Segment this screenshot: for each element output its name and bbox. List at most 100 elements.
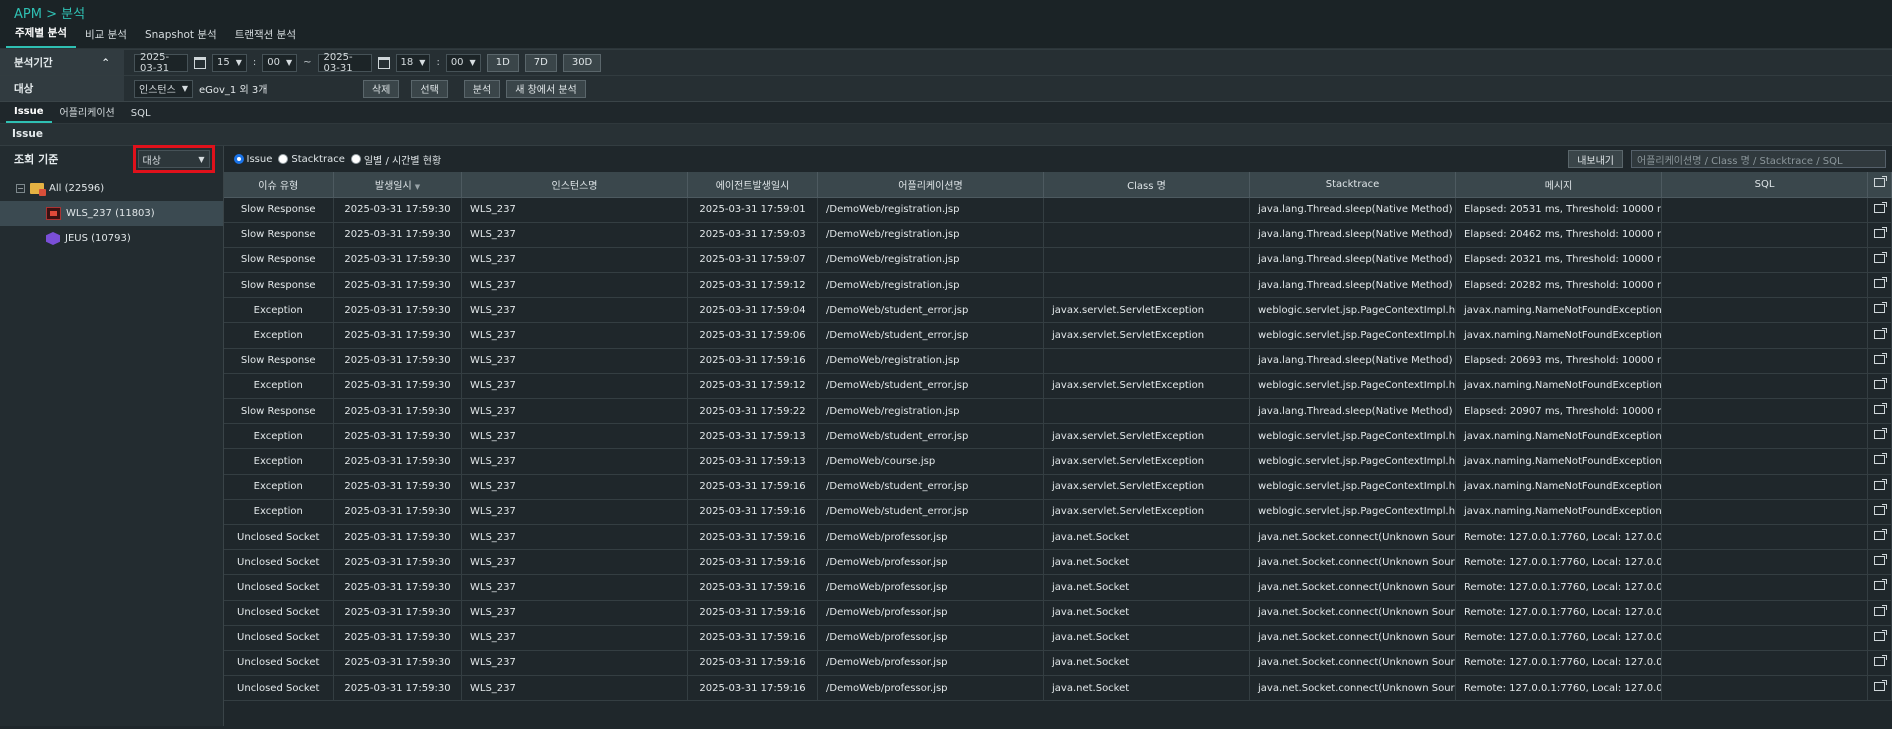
column-header[interactable]: 인스턴스명 [461, 172, 688, 198]
table-row[interactable]: Exception 2025-03-31 17:59:30 WLS_237 2025-… [223, 322, 1892, 349]
calendar-icon[interactable] [377, 56, 390, 69]
table-cell-action [1867, 272, 1892, 299]
start-hour-value: 15 [217, 57, 230, 68]
table-row[interactable]: Unclosed Socket 2025-03-31 17:59:30 WLS_23… [223, 524, 1892, 551]
table-cell: Remote: 127.0.0.1:7760, Local: 127.0.0.1… [1455, 574, 1662, 601]
table-row[interactable]: Unclosed Socket 2025-03-31 17:59:30 WLS_23… [223, 600, 1892, 626]
table-cell: 2025-03-31 17:59:30 [333, 600, 462, 626]
open-external-icon[interactable] [1874, 529, 1887, 541]
column-header[interactable]: Class 명 [1043, 172, 1250, 198]
column-header[interactable]: 발생일시 ▼ [333, 172, 462, 198]
table-cell: 2025-03-31 17:59:16 [687, 549, 818, 576]
open-external-icon[interactable] [1874, 503, 1887, 515]
table-cell: weblogic.servlet.jsp.PageContextImpl.han… [1249, 448, 1456, 475]
open-external-icon[interactable] [1874, 428, 1887, 440]
end-hour-select[interactable]: 18 ▼ [395, 53, 431, 72]
open-external-icon[interactable] [1874, 176, 1887, 188]
column-header[interactable]: 에이전트발생일시 [687, 172, 818, 198]
table-cell-action [1867, 423, 1892, 450]
column-header[interactable]: 이슈 유형 [223, 172, 334, 198]
open-external-icon[interactable] [1874, 226, 1887, 238]
open-external-icon[interactable] [1874, 327, 1887, 339]
criteria-select[interactable]: 대상 ▼ [137, 150, 210, 168]
open-external-icon[interactable] [1874, 352, 1887, 364]
table-row[interactable]: Exception 2025-03-31 17:59:30 WLS_237 2025-… [223, 448, 1892, 475]
open-external-icon[interactable] [1874, 251, 1887, 263]
column-header[interactable]: 메시지 [1455, 172, 1662, 198]
table-row[interactable]: Unclosed Socket 2025-03-31 17:59:30 WLS_23… [223, 675, 1892, 702]
table-row[interactable]: Exception 2025-03-31 17:59:30 WLS_237 2025-… [223, 499, 1892, 525]
open-external-icon[interactable] [1874, 604, 1887, 616]
column-header[interactable]: SQL [1661, 172, 1868, 198]
quick-range-1d-button[interactable]: 1D [486, 53, 519, 72]
radio-daily-hourly[interactable]: 일별 / 시간별 현황 [350, 152, 441, 167]
target-type-select[interactable]: 인스턴스 ▼ [134, 79, 193, 98]
open-external-icon[interactable] [1874, 201, 1887, 213]
main-tab-2[interactable]: Snapshot 분석 [136, 22, 226, 48]
table-cell: 2025-03-31 17:59:16 [687, 524, 818, 551]
radio-issue[interactable]: Issue [233, 154, 272, 165]
table-row[interactable]: Slow Response 2025-03-31 17:59:30 WLS_237 2… [223, 222, 1892, 248]
open-external-icon[interactable] [1874, 654, 1887, 666]
column-header[interactable]: 어플리케이션명 [817, 172, 1044, 198]
table-row[interactable]: Slow Response 2025-03-31 17:59:30 WLS_237 2… [223, 197, 1892, 223]
main-tab-1[interactable]: 비교 분석 [76, 22, 136, 48]
open-external-icon[interactable] [1874, 302, 1887, 314]
table-cell: weblogic.servlet.jsp.PageContextImpl.han… [1249, 373, 1456, 400]
calendar-icon[interactable] [194, 56, 206, 69]
table-row[interactable]: Slow Response 2025-03-31 17:59:30 WLS_237 2… [223, 272, 1892, 299]
table-cell: Exception [223, 373, 334, 400]
table-row[interactable]: Unclosed Socket 2025-03-31 17:59:30 WLS_23… [223, 574, 1892, 601]
open-external-icon[interactable] [1874, 403, 1887, 415]
sub-tab-0[interactable]: Issue [6, 103, 52, 123]
open-external-icon[interactable] [1874, 680, 1887, 692]
table-row[interactable]: Unclosed Socket 2025-03-31 17:59:30 WLS_23… [223, 625, 1892, 651]
table-row[interactable]: Slow Response 2025-03-31 17:59:30 WLS_237 2… [223, 398, 1892, 425]
tree-node-jeus[interactable]: JEUS (10793) [0, 226, 223, 251]
start-date-input[interactable]: 2025-03-31 [134, 52, 188, 74]
start-hour-select[interactable]: 15 ▼ [212, 53, 247, 72]
tree-node-wls-237[interactable]: WLS_237 (11803) [0, 201, 223, 226]
open-external-icon[interactable] [1874, 554, 1887, 566]
radio-stacktrace[interactable]: Stacktrace [278, 154, 345, 165]
table-cell: 2025-03-31 17:59:30 [333, 297, 462, 324]
table-row[interactable]: Slow Response 2025-03-31 17:59:30 WLS_237 2… [223, 348, 1892, 374]
table-cell: Unclosed Socket [223, 675, 334, 702]
table-row[interactable]: Unclosed Socket 2025-03-31 17:59:30 WLS_23… [223, 650, 1892, 677]
end-date-input[interactable]: 2025-03-31 [317, 52, 372, 74]
export-button[interactable]: 내보내기 [1568, 150, 1623, 168]
table-row[interactable]: Unclosed Socket 2025-03-31 17:59:30 WLS_23… [223, 549, 1892, 576]
column-header[interactable]: Stacktrace [1249, 172, 1456, 198]
target-value-text: eGov_1 외 3개 [198, 85, 268, 96]
tree-node-all[interactable]: − All (22596) [0, 176, 223, 201]
table-row[interactable]: Slow Response 2025-03-31 17:59:30 WLS_237 2… [223, 247, 1892, 274]
sort-desc-icon[interactable]: ▼ [415, 183, 420, 191]
table-cell: 2025-03-31 17:59:04 [687, 297, 818, 324]
table-row[interactable]: Exception 2025-03-31 17:59:30 WLS_237 2025-… [223, 373, 1892, 400]
search-input[interactable]: 어플리케이션명 / Class 명 / Stacktrace / SQL [1631, 150, 1886, 168]
analyze-button[interactable]: 분석 [463, 79, 501, 98]
table-row[interactable]: Exception 2025-03-31 17:59:30 WLS_237 2025-… [223, 474, 1892, 500]
open-external-icon[interactable] [1874, 377, 1887, 389]
open-external-icon[interactable] [1874, 579, 1887, 591]
main-tab-0[interactable]: 주제별 분석 [6, 20, 76, 48]
open-external-icon[interactable] [1874, 478, 1887, 490]
table-row[interactable]: Exception 2025-03-31 17:59:30 WLS_237 2025-… [223, 423, 1892, 450]
sub-tab-1[interactable]: 어플리케이션 [52, 101, 123, 123]
table-row[interactable]: Exception 2025-03-31 17:59:30 WLS_237 2025-… [223, 297, 1892, 324]
open-external-icon[interactable] [1874, 629, 1887, 641]
delete-button[interactable]: 삭제 [362, 79, 400, 98]
open-external-icon[interactable] [1874, 453, 1887, 465]
open-external-icon[interactable] [1874, 277, 1887, 289]
select-button[interactable]: 선택 [411, 79, 448, 98]
analyze-new-window-button[interactable]: 새 창에서 분석 [506, 79, 586, 98]
quick-range-30d-button[interactable]: 30D [562, 53, 602, 72]
end-minute-select[interactable]: 00 ▼ [445, 53, 481, 72]
quick-range-7d-button[interactable]: 7D [524, 53, 557, 72]
sub-tab-2[interactable]: SQL [123, 105, 159, 123]
collapse-icon[interactable]: − [16, 184, 25, 193]
main-tab-3[interactable]: 트랜잭션 분석 [226, 22, 305, 48]
start-minute-select[interactable]: 00 ▼ [262, 53, 298, 72]
issue-table: 이슈 유형 발생일시 ▼ 인스턴스명 에이전트발생일시 어플리케이션명 Class 명 Sta… [223, 172, 1892, 702]
collapse-chevron-icon[interactable]: ⌃ [101, 57, 110, 69]
